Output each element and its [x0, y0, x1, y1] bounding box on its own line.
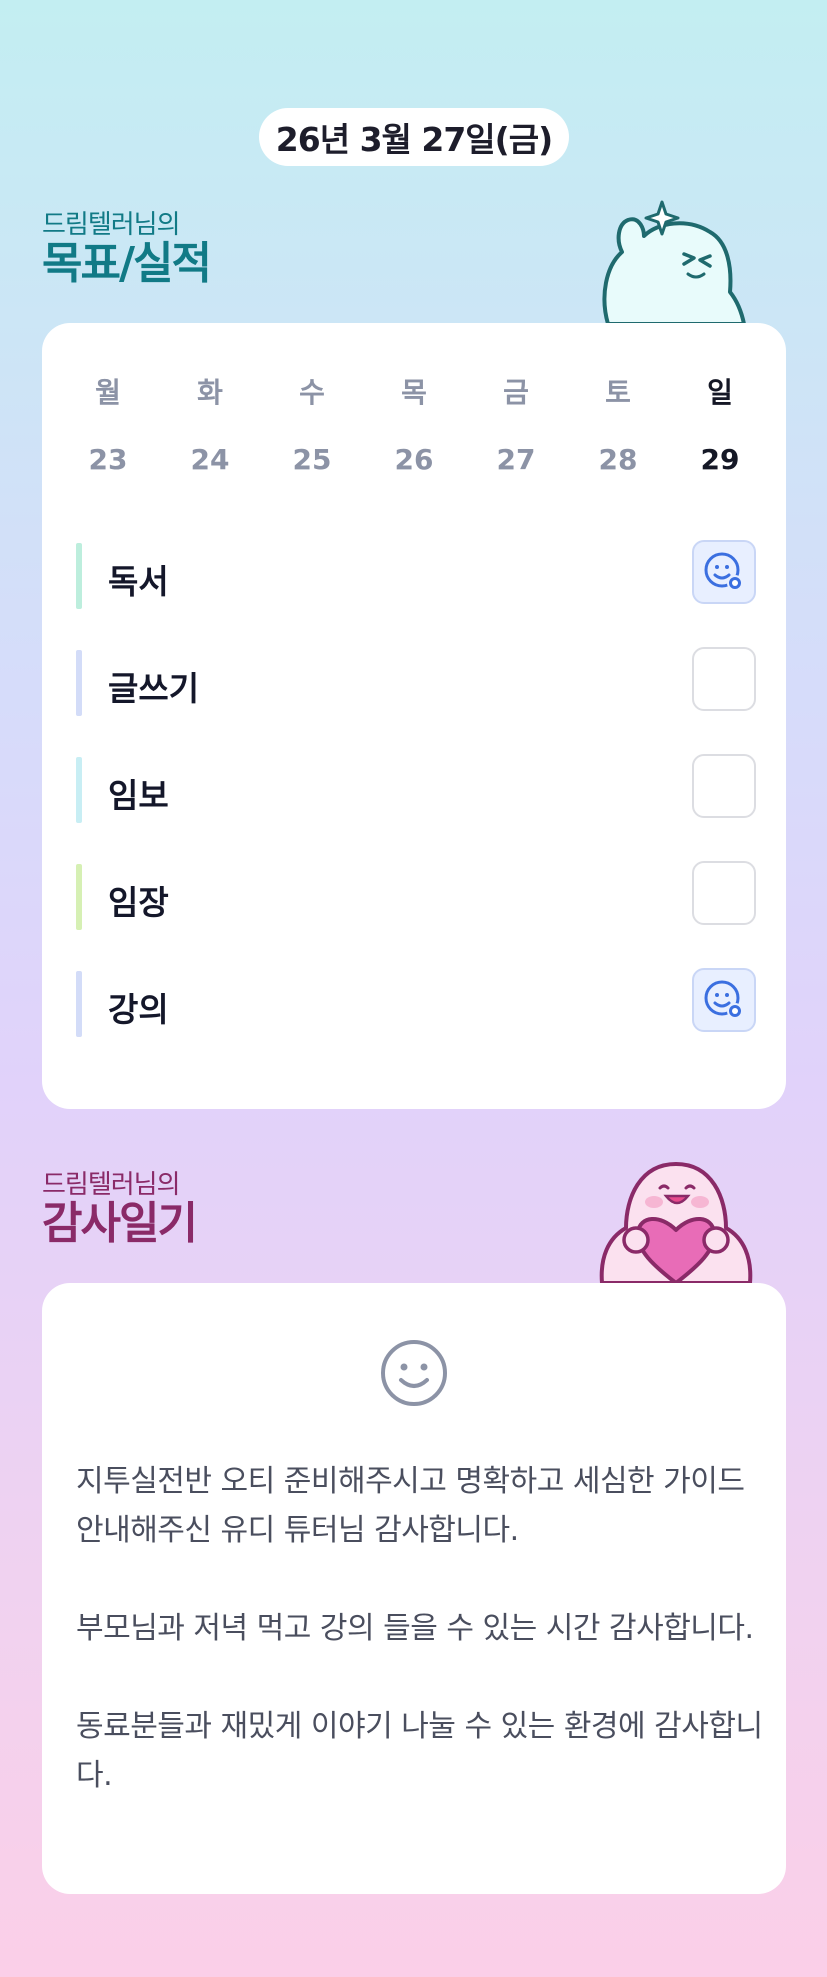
goal-card: 월 23 화 24 수 25 목 26 금 27 토 28 일 29 독서 글쓰… — [42, 323, 786, 1109]
heart-mascot-icon — [599, 1162, 753, 1283]
gratitude-section-subtitle: 드림텔러님의 — [42, 1170, 181, 1200]
week-day-sat[interactable]: 토 28 — [578, 371, 658, 476]
smiley-check-icon — [704, 980, 743, 1019]
goal-color-bar — [76, 543, 82, 609]
goal-row-lecture: 강의 — [76, 968, 756, 1037]
goal-color-bar — [76, 650, 82, 716]
goal-section-heading: 목표/실적 — [42, 238, 212, 289]
weekday-date: 27 — [496, 443, 536, 476]
gratitude-text: 지투실전반 오티 준비해주시고 명확하고 세심한 가이드 안내해주신 유디 튜터… — [76, 1457, 766, 1849]
goal-label: 강의 — [108, 990, 169, 1029]
weekday-label: 월 — [95, 376, 121, 409]
gratitude-entry: 동료분들과 재밌게 이야기 나눌 수 있는 환경에 감사합니다. — [76, 1709, 763, 1793]
goal-label: 독서 — [108, 562, 169, 601]
goal-section-title: 드림텔러님의 목표/실적 — [42, 210, 212, 289]
week-selector: 월 23 화 24 수 25 목 26 금 27 토 28 일 29 — [42, 371, 786, 491]
smile-face-icon — [381, 1340, 447, 1406]
weekday-label: 금 — [503, 376, 529, 409]
weekday-date: 23 — [88, 443, 128, 476]
goal-color-bar — [76, 757, 82, 823]
smiley-check-icon — [704, 552, 743, 591]
gratitude-section-title: 드림텔러님의 감사일기 — [42, 1170, 198, 1249]
gratitude-entry: 지투실전반 오티 준비해주시고 명확하고 세심한 가이드 안내해주신 유디 튜터… — [76, 1464, 745, 1548]
gratitude-entry: 부모님과 저녁 먹고 강의 들을 수 있는 시간 감사합니다. — [76, 1611, 754, 1646]
goal-row-writing: 글쓰기 — [76, 647, 756, 716]
goal-color-bar — [76, 864, 82, 930]
week-day-fri[interactable]: 금 27 — [476, 371, 556, 476]
goal-checkbox[interactable] — [692, 754, 756, 818]
goal-label: 임장 — [108, 883, 169, 922]
weekday-label: 수 — [299, 376, 325, 409]
week-day-tue[interactable]: 화 24 — [170, 371, 250, 476]
gratitude-card[interactable]: 지투실전반 오티 준비해주시고 명확하고 세심한 가이드 안내해주신 유디 튜터… — [42, 1283, 786, 1894]
weekday-date: 29 — [700, 443, 740, 476]
weekday-label: 토 — [605, 376, 631, 409]
weekday-label: 일 — [707, 376, 733, 409]
goal-color-bar — [76, 971, 82, 1037]
weekday-date: 24 — [190, 443, 230, 476]
goal-checkbox[interactable] — [692, 968, 756, 1032]
weekday-date: 25 — [292, 443, 332, 476]
ghost-mascot-icon — [602, 200, 746, 326]
goal-checkbox[interactable] — [692, 861, 756, 925]
weekday-label: 화 — [197, 376, 223, 409]
week-day-wed[interactable]: 수 25 — [272, 371, 352, 476]
goal-checkbox[interactable] — [692, 647, 756, 711]
weekday-date: 28 — [598, 443, 638, 476]
goal-row-imjang: 임장 — [76, 861, 756, 930]
goal-row-reading: 독서 — [76, 540, 756, 609]
week-day-mon[interactable]: 월 23 — [68, 371, 148, 476]
week-day-thu[interactable]: 목 26 — [374, 371, 454, 476]
goal-checkbox[interactable] — [692, 540, 756, 604]
goal-section-subtitle: 드림텔러님의 — [42, 210, 181, 240]
weekday-label: 목 — [401, 376, 427, 409]
weekday-date: 26 — [394, 443, 434, 476]
gratitude-section-heading: 감사일기 — [42, 1198, 198, 1249]
date-display[interactable]: 26년 3월 27일(금) — [259, 108, 569, 166]
goal-label: 임보 — [108, 776, 169, 815]
week-day-sun[interactable]: 일 29 — [680, 371, 760, 476]
goal-label: 글쓰기 — [108, 669, 200, 708]
goal-row-imbo: 임보 — [76, 754, 756, 823]
